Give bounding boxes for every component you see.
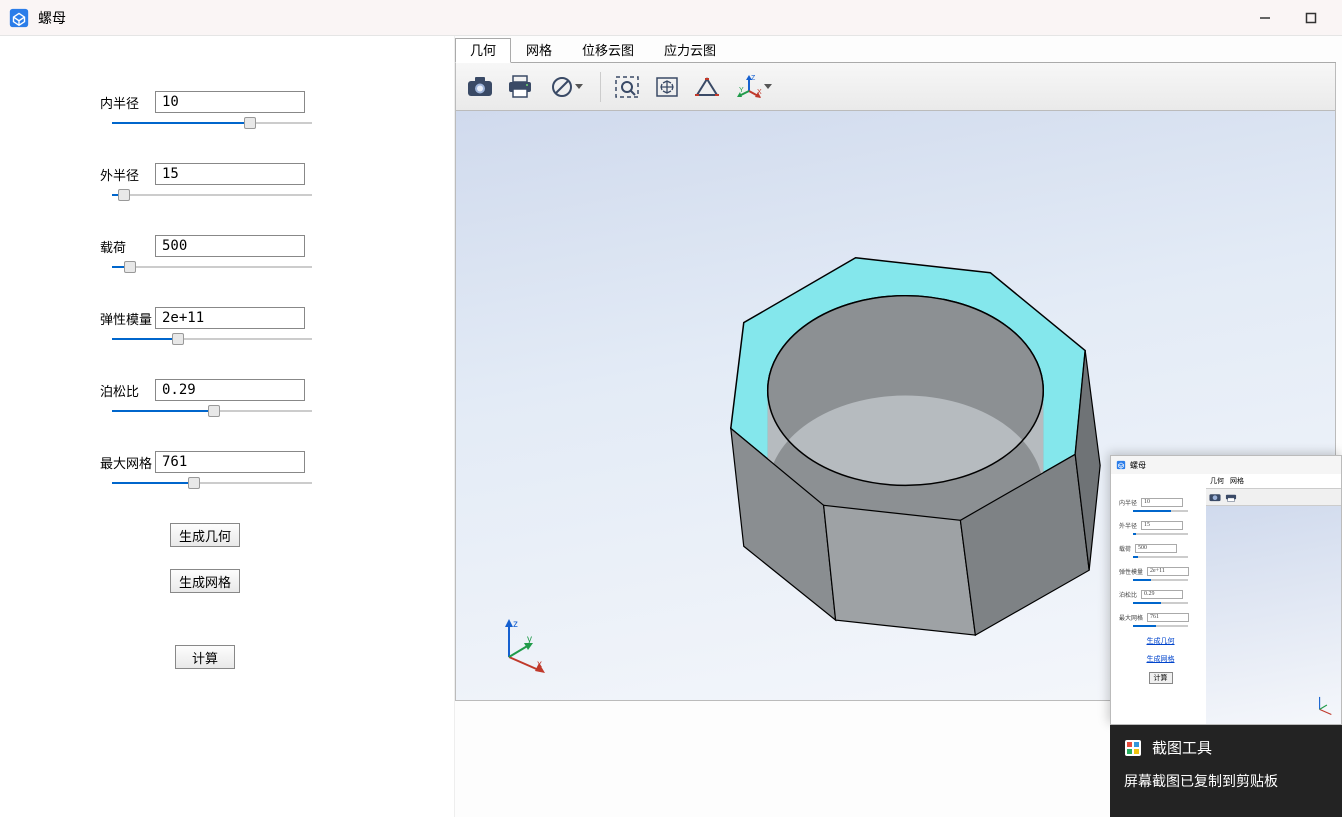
zoom-box-icon[interactable] <box>609 69 645 105</box>
thumbnail-toolbar <box>1206 489 1341 506</box>
printer-icon <box>1225 491 1237 503</box>
param-row: 内半径 <box>100 91 434 113</box>
outer-radius-input[interactable] <box>155 163 305 185</box>
maximize-button[interactable] <box>1288 4 1334 32</box>
toolbar-separator <box>600 72 601 102</box>
param-row: 弹性模量 <box>100 307 434 329</box>
chevron-down-icon <box>764 84 772 89</box>
inner-radius-input[interactable] <box>155 91 305 113</box>
thumbnail-gen-geo: 生成几何 <box>1147 636 1175 646</box>
poisson-ratio-slider[interactable] <box>112 405 312 417</box>
svg-text:z: z <box>513 619 518 630</box>
measure-icon[interactable] <box>689 69 725 105</box>
action-button-group: 生成几何 生成网格 计算 <box>100 523 310 669</box>
axis-dropdown[interactable]: Z X Y <box>729 69 779 105</box>
max-mesh-slider[interactable] <box>112 477 312 489</box>
thumbnail-title: 螺母 <box>1130 460 1146 471</box>
tab-displacement[interactable]: 位移云图 <box>567 38 649 62</box>
poisson-ratio-input[interactable] <box>155 379 305 401</box>
svg-text:x: x <box>537 659 542 670</box>
viewport-toolbar: Z X Y <box>455 63 1336 111</box>
param-label-maxmesh: 最大网格 <box>100 453 155 472</box>
param-row: 最大网格 <box>100 451 434 473</box>
toast-title: 截图工具 <box>1152 737 1212 758</box>
load-slider[interactable] <box>112 261 312 273</box>
param-row: 泊松比 <box>100 379 434 401</box>
elastic-modulus-input[interactable] <box>155 307 305 329</box>
param-label-poisson: 泊松比 <box>100 381 155 400</box>
calculate-button[interactable]: 计算 <box>175 645 235 669</box>
outer-radius-slider[interactable] <box>112 189 312 201</box>
param-row: 载荷 <box>100 235 434 257</box>
thumbnail-calc: 计算 <box>1149 672 1173 684</box>
fit-icon[interactable] <box>649 69 685 105</box>
titlebar: 螺母 <box>0 0 1342 36</box>
svg-text:y: y <box>527 634 532 645</box>
thumbnail-window: 螺母 内半径10 外半径15 载荷500 弹性模量2e+11 泊松比0.29 最… <box>1110 455 1342 725</box>
tab-stress[interactable]: 应力云图 <box>649 38 731 62</box>
forbid-dropdown[interactable] <box>542 69 592 105</box>
elastic-modulus-slider[interactable] <box>112 333 312 345</box>
param-label-load: 载荷 <box>100 237 155 256</box>
parameter-panel: 内半径 外半径 载荷 弹性模量 泊松比 <box>0 36 455 817</box>
snip-tool-icon <box>1124 739 1142 757</box>
minimize-button[interactable] <box>1242 4 1288 32</box>
axis-triad: z x y <box>491 615 551 675</box>
view-tabs: 几何 网格 位移云图 应力云图 <box>455 39 1336 63</box>
window-title: 螺母 <box>38 8 66 28</box>
param-row: 外半径 <box>100 163 434 185</box>
toast-notification[interactable]: 截图工具 屏幕截图已复制到剪贴板 <box>1110 725 1342 817</box>
thumbnail-viewport <box>1206 506 1341 724</box>
param-label-inner-radius: 内半径 <box>100 93 155 112</box>
app-icon <box>1116 460 1126 470</box>
app-icon <box>8 7 30 29</box>
svg-text:Y: Y <box>739 87 744 94</box>
toast-message: 屏幕截图已复制到剪贴板 <box>1124 772 1328 792</box>
camera-icon <box>1209 491 1221 503</box>
generate-mesh-button[interactable]: 生成网格 <box>170 569 240 593</box>
camera-icon[interactable] <box>462 69 498 105</box>
inner-radius-slider[interactable] <box>112 117 312 129</box>
max-mesh-input[interactable] <box>155 451 305 473</box>
tab-mesh[interactable]: 网格 <box>511 38 567 62</box>
axis-triad <box>1313 694 1335 716</box>
svg-text:Z: Z <box>751 75 756 82</box>
chevron-down-icon <box>575 84 583 89</box>
svg-text:X: X <box>757 89 762 96</box>
thumbnail-gen-mesh: 生成网格 <box>1147 654 1175 664</box>
printer-icon[interactable] <box>502 69 538 105</box>
load-input[interactable] <box>155 235 305 257</box>
thumbnail-param-panel: 内半径10 外半径15 载荷500 弹性模量2e+11 泊松比0.29 最大网格… <box>1111 474 1206 724</box>
param-label-elastic: 弹性模量 <box>100 309 155 328</box>
param-label-outer-radius: 外半径 <box>100 165 155 184</box>
generate-geometry-button[interactable]: 生成几何 <box>170 523 240 547</box>
tab-geometry[interactable]: 几何 <box>455 38 511 63</box>
thumbnail-tabs: 几何网格 <box>1206 474 1341 489</box>
thumbnail-titlebar: 螺母 <box>1111 456 1341 474</box>
